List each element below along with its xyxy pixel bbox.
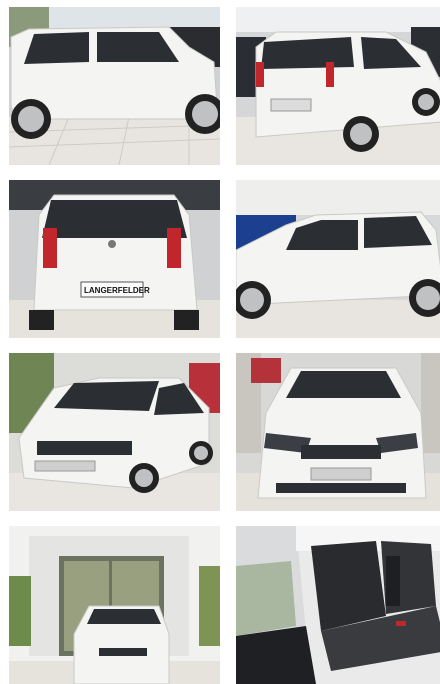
photo-rear[interactable]: LANGERFELDER [9,180,220,338]
rear-plate-text: LANGERFELDER [84,286,150,295]
photo-front-three-quarter[interactable] [9,353,220,511]
photo-front-showroom[interactable] [9,526,220,684]
photo-front[interactable] [236,353,440,511]
photo-side-left[interactable] [9,7,220,165]
photo-rear-three-quarter[interactable] [236,7,440,165]
photo-side-right[interactable] [236,180,440,338]
photo-gallery: LANGERFELDER [0,0,440,684]
photo-interior-rear-seats[interactable] [236,526,440,684]
